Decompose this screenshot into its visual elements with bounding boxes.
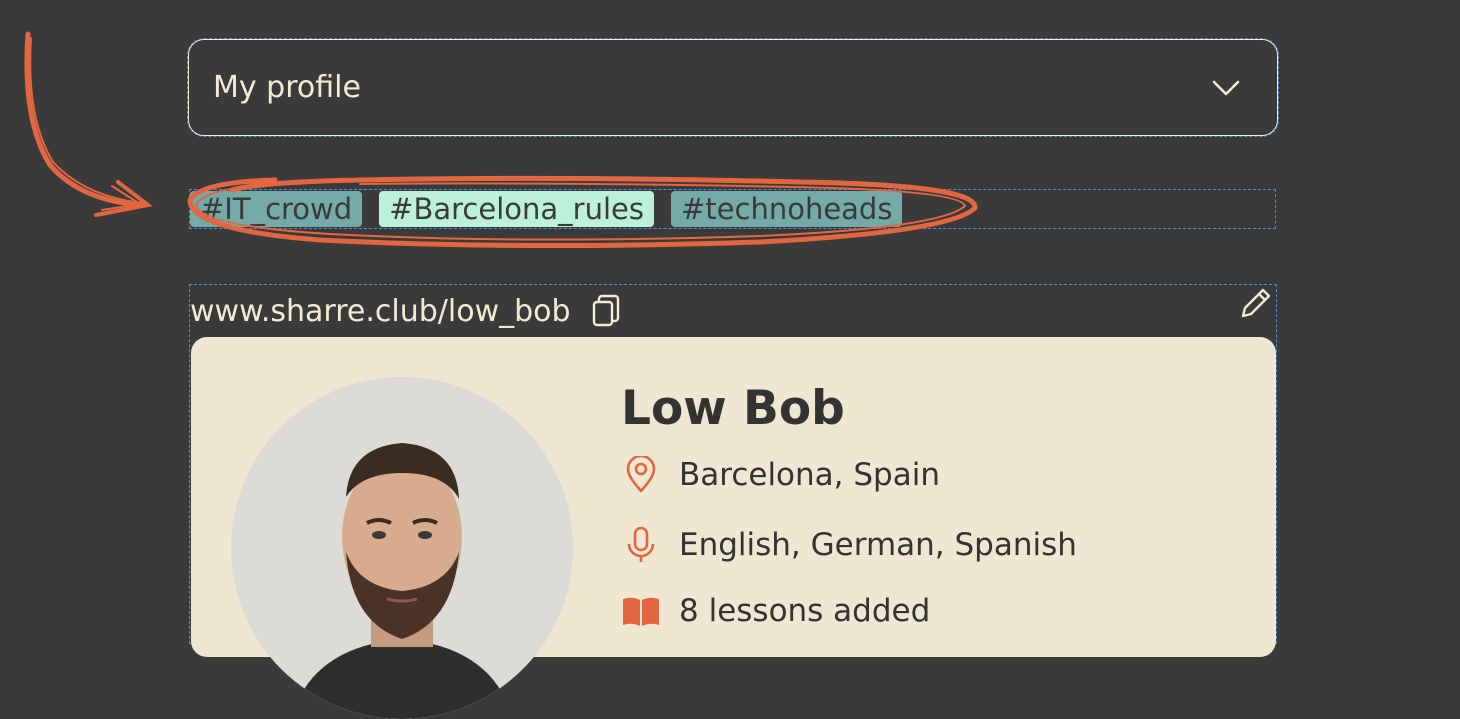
map-pin-icon <box>621 455 661 495</box>
profile-preview: www.sharre.club/low_bob Low Bob Barcelon… <box>189 284 1277 719</box>
pencil-icon[interactable] <box>1238 285 1274 321</box>
tag-barcelona-rules[interactable]: #Barcelona_rules <box>379 191 654 227</box>
profile-card: Low Bob Barcelona, Spain English, German… <box>191 337 1276 719</box>
tags-list: #IT_crowd #Barcelona_rules #technoheads <box>189 189 1276 229</box>
lessons-row: 8 lessons added <box>621 591 930 631</box>
profile-dropdown-label: My profile <box>213 70 361 105</box>
copy-icon[interactable] <box>591 294 621 328</box>
profile-dropdown[interactable]: My profile <box>187 38 1279 137</box>
languages-text: English, German, Spanish <box>679 527 1077 563</box>
tag-it-crowd[interactable]: #IT_crowd <box>190 191 363 227</box>
profile-link-row: www.sharre.club/low_bob <box>190 291 621 331</box>
annotation-arrow <box>24 31 153 217</box>
tag-technoheads[interactable]: #technoheads <box>670 191 903 227</box>
chevron-down-icon <box>1212 80 1240 95</box>
profile-link[interactable]: www.sharre.club/low_bob <box>190 294 571 329</box>
languages-row: English, German, Spanish <box>621 525 1077 565</box>
avatar <box>231 377 573 719</box>
location-row: Barcelona, Spain <box>621 455 940 495</box>
microphone-icon <box>621 525 661 565</box>
location-text: Barcelona, Spain <box>679 457 940 493</box>
profile-name: Low Bob <box>621 381 845 436</box>
book-icon <box>621 591 661 631</box>
lessons-text: 8 lessons added <box>679 593 931 629</box>
